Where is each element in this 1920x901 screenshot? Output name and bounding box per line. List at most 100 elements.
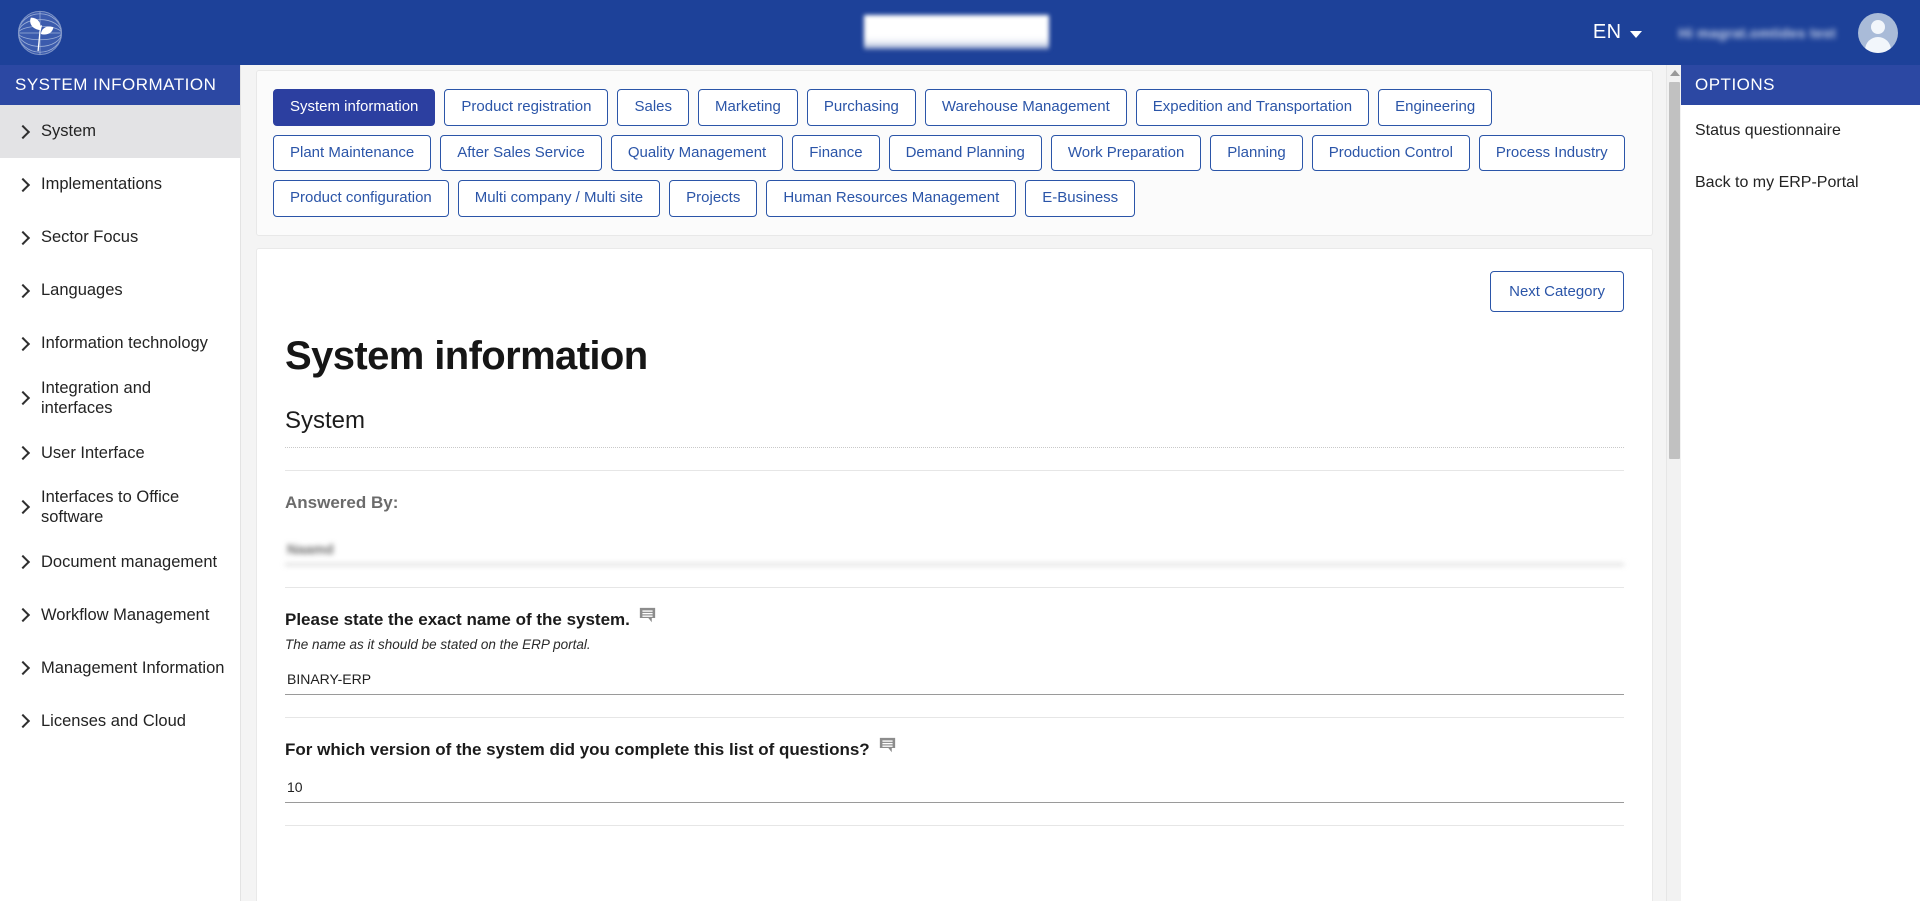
sidebar-item-label: Languages	[41, 281, 123, 300]
chevron-right-icon	[18, 283, 29, 299]
sidebar-title: SYSTEM INFORMATION	[0, 65, 240, 105]
question-answer-value[interactable]: BINARY-ERP	[285, 661, 1624, 695]
sidebar-item-label: Licenses and Cloud	[41, 711, 186, 730]
chevron-right-icon	[18, 336, 29, 352]
tab-after-sales-service[interactable]: After Sales Service	[440, 134, 602, 171]
sidebar-item-label: Management Information	[41, 658, 225, 677]
tab-planning[interactable]: Planning	[1210, 134, 1303, 171]
sidebar-item-implementations[interactable]: Implementations	[0, 158, 240, 211]
sidebar-item-user-interface[interactable]: User Interface	[0, 426, 240, 479]
sidebar-item-label: System	[41, 122, 97, 141]
next-category-button[interactable]: Next Category	[1490, 270, 1624, 312]
scroll-up-arrow-icon[interactable]	[1667, 65, 1682, 81]
main-content-area: System information Product registration Sa…	[241, 65, 1680, 901]
sidebar-item-label: Sector Focus	[41, 228, 139, 247]
header-right-group: EN Hi magrat.omtides test	[1583, 12, 1920, 53]
chevron-right-icon	[18, 499, 29, 515]
tab-engineering[interactable]: Engineering	[1378, 89, 1493, 126]
comment-icon[interactable]	[639, 607, 656, 624]
sidebar-item-label: Workflow Management	[41, 605, 210, 624]
sidebar-item-sector-focus[interactable]: Sector Focus	[0, 211, 240, 264]
tab-finance[interactable]: Finance	[792, 134, 880, 171]
sidebar-item-information-technology[interactable]: Information technology	[0, 317, 240, 370]
sidebar-item-label: Interfaces to Office software	[41, 488, 180, 527]
chevron-right-icon	[18, 554, 29, 570]
sidebar-item-label: Implementations	[41, 175, 163, 194]
sidebar: SYSTEM INFORMATION System Implementations…	[0, 65, 241, 901]
tab-product-registration[interactable]: Product registration	[444, 89, 609, 126]
chevron-right-icon	[18, 124, 29, 140]
chevron-right-icon	[18, 177, 29, 193]
chevron-right-icon	[18, 713, 29, 729]
page-title: System information	[285, 333, 648, 378]
answered-by-label: Answered By:	[285, 492, 399, 512]
chevron-right-icon	[18, 230, 29, 246]
chevron-right-icon	[18, 390, 29, 406]
tab-marketing[interactable]: Marketing	[698, 89, 798, 126]
tab-work-preparation[interactable]: Work Preparation	[1050, 134, 1202, 171]
redacted-banner	[864, 15, 1049, 50]
sidebar-item-workflow-management[interactable]: Workflow Management	[0, 589, 240, 642]
chevron-right-icon	[18, 660, 29, 676]
sidebar-item-label: Information technology	[41, 334, 208, 353]
tab-human-resources-management[interactable]: Human Resources Management	[766, 180, 1017, 217]
sidebar-item-label: Integration and interfaces	[41, 379, 152, 418]
category-tab-bar: System information Product registration Sa…	[256, 70, 1653, 236]
tab-plant-maintenance[interactable]: Plant Maintenance	[273, 134, 432, 171]
sidebar-item-licenses-and-cloud[interactable]: Licenses and Cloud	[0, 695, 240, 748]
chevron-down-icon	[1630, 30, 1643, 38]
question-text: For which version of the system did you …	[285, 739, 870, 759]
sidebar-item-document-management[interactable]: Document management	[0, 536, 240, 589]
question-heading: Please state the exact name of the syste…	[285, 607, 1624, 630]
chevron-right-icon	[18, 607, 29, 623]
options-link-list: Status questionnaire Back to my ERP-Porta…	[1681, 105, 1920, 209]
question-heading: For which version of the system did you …	[285, 737, 1624, 760]
question-text: Please state the exact name of the syste…	[285, 609, 630, 629]
sidebar-item-interfaces-to-office-software[interactable]: Interfaces to Office software	[0, 479, 240, 535]
language-selector[interactable]: EN	[1583, 15, 1653, 50]
tab-production-control[interactable]: Production Control	[1311, 134, 1470, 171]
tab-multi-company-multi-site[interactable]: Multi company / Multi site	[457, 180, 661, 217]
option-link-back-to-my-erp-portal[interactable]: Back to my ERP-Portal	[1681, 157, 1920, 209]
comment-icon[interactable]	[879, 737, 896, 754]
option-link-status-questionnaire[interactable]: Status questionnaire	[1681, 105, 1920, 157]
sidebar-nav-list: System Implementations Sector Focus Languag…	[0, 105, 240, 748]
top-header-bar: EN Hi magrat.omtides test	[0, 0, 1920, 65]
tab-product-configuration[interactable]: Product configuration	[273, 180, 449, 217]
questions-list: Please state the exact name of the syste…	[285, 588, 1624, 803]
tab-quality-management[interactable]: Quality Management	[610, 134, 784, 171]
app-logo[interactable]	[0, 0, 246, 65]
tab-process-industry[interactable]: Process Industry	[1478, 134, 1625, 171]
tab-demand-planning[interactable]: Demand Planning	[888, 134, 1042, 171]
main-vertical-scrollbar[interactable]	[1666, 65, 1681, 901]
language-label: EN	[1592, 21, 1622, 43]
scrollbar-thumb[interactable]	[1669, 82, 1680, 459]
question-block: Please state the exact name of the syste…	[285, 588, 1624, 695]
tab-projects[interactable]: Projects	[669, 180, 758, 217]
user-greeting-text: Hi magrat.omtides test	[1678, 24, 1836, 41]
question-hint: The name as it should be stated on the E…	[285, 636, 591, 652]
globe-leaf-logo-icon	[17, 10, 63, 55]
next-category-row: Next Category	[285, 270, 1624, 312]
sidebar-item-label: Document management	[41, 552, 218, 571]
tab-sales[interactable]: Sales	[617, 89, 689, 126]
sidebar-item-integration-and-interfaces[interactable]: Integration and interfaces	[0, 370, 240, 426]
chevron-right-icon	[18, 445, 29, 461]
options-panel: OPTIONS Status questionnaire Back to my E…	[1681, 65, 1920, 901]
tab-e-business[interactable]: E-Business	[1025, 180, 1136, 217]
tab-expedition-and-transportation[interactable]: Expedition and Transportation	[1135, 89, 1370, 126]
section-title: System	[285, 407, 1624, 448]
options-panel-title: OPTIONS	[1681, 65, 1920, 105]
sidebar-item-languages[interactable]: Languages	[0, 264, 240, 317]
sidebar-item-system[interactable]: System	[0, 105, 240, 158]
avatar[interactable]	[1858, 12, 1898, 53]
tab-system-information[interactable]: System information	[273, 89, 436, 126]
question-answer-value[interactable]: 10	[285, 769, 1624, 803]
tab-warehouse-management[interactable]: Warehouse Management	[924, 89, 1127, 126]
sidebar-item-label: User Interface	[41, 443, 145, 462]
sidebar-item-management-information[interactable]: Management Information	[0, 642, 240, 695]
field-divider	[285, 824, 1624, 826]
answered-by-field: Answered By: Naamd	[285, 471, 1624, 565]
tab-purchasing[interactable]: Purchasing	[806, 89, 916, 126]
answered-by-value[interactable]: Naamd	[285, 531, 1624, 565]
